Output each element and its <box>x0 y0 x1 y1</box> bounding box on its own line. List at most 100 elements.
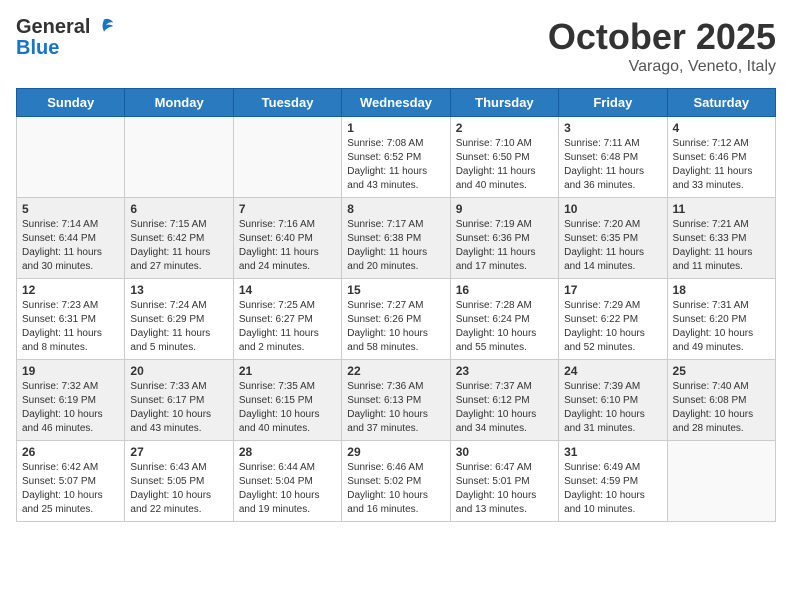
calendar-cell: 28 Sunrise: 6:44 AMSunset: 5:04 PMDayligh… <box>233 441 341 522</box>
day-number: 27 <box>130 445 227 459</box>
day-number: 5 <box>22 202 119 216</box>
calendar-cell: 14Sunrise: 7:25 AMSunset: 6:27 PMDayligh… <box>233 279 341 360</box>
day-info: Sunrise: 7:21 AMSunset: 6:33 PMDaylight:… <box>673 218 770 274</box>
day-info: Sunrise: 7:11 AMSunset: 6:48 PMDaylight:… <box>564 137 661 193</box>
day-number: 3 <box>564 121 661 135</box>
day-number: 24 <box>564 364 661 378</box>
calendar-cell: 11 Sunrise: 7:21 AMSunset: 6:33 PMDayligh… <box>667 198 775 279</box>
day-info: Sunrise: 7:37 AMSunset: 6:12 PMDaylight:… <box>456 380 553 436</box>
day-info: Sunrise: 7:20 AMSunset: 6:35 PMDaylight:… <box>564 218 661 274</box>
day-info: Sunrise: 7:24 AMSunset: 6:29 PMDaylight:… <box>130 299 227 355</box>
day-info: Sunrise: 7:14 AMSunset: 6:44 PMDaylight:… <box>22 218 119 274</box>
day-info: Sunrise: 7:33 AMSunset: 6:17 PMDaylight:… <box>130 380 227 436</box>
day-number: 1 <box>347 121 444 135</box>
day-number: 22 <box>347 364 444 378</box>
calendar-cell <box>667 441 775 522</box>
day-info: Sunrise: 7:27 AMSunset: 6:26 PMDaylight:… <box>347 299 444 355</box>
day-number: 28 <box>239 445 336 459</box>
day-number: 26 <box>22 445 119 459</box>
day-number: 31 <box>564 445 661 459</box>
calendar-cell: 26 Sunrise: 6:42 AMSunset: 5:07 PMDayligh… <box>17 441 125 522</box>
day-info: Sunrise: 7:19 AMSunset: 6:36 PMDaylight:… <box>456 218 553 274</box>
day-number: 4 <box>673 121 770 135</box>
day-info: Sunrise: 7:31 AMSunset: 6:20 PMDaylight:… <box>673 299 770 355</box>
calendar-cell: 31 Sunrise: 6:49 AMSunset: 4:59 PMDayligh… <box>559 441 667 522</box>
day-number: 7 <box>239 202 336 216</box>
calendar-cell: 4 Sunrise: 7:12 AMSunset: 6:46 PMDaylight… <box>667 117 775 198</box>
location-subtitle: Varago, Veneto, Italy <box>548 58 776 76</box>
day-info: Sunrise: 7:08 AMSunset: 6:52 PMDaylight:… <box>347 137 444 193</box>
day-info: Sunrise: 6:46 AMSunset: 5:02 PMDaylight:… <box>347 461 444 517</box>
day-number: 13 <box>130 283 227 297</box>
calendar-cell: 30 Sunrise: 6:47 AMSunset: 5:01 PMDayligh… <box>450 441 558 522</box>
day-header-wednesday: Wednesday <box>342 89 450 117</box>
calendar-cell: 27 Sunrise: 6:43 AMSunset: 5:05 PMDayligh… <box>125 441 233 522</box>
day-number: 11 <box>673 202 770 216</box>
calendar-cell: 6 Sunrise: 7:15 AMSunset: 6:42 PMDaylight… <box>125 198 233 279</box>
calendar-cell: 9 Sunrise: 7:19 AMSunset: 6:36 PMDaylight… <box>450 198 558 279</box>
calendar-cell: 10 Sunrise: 7:20 AMSunset: 6:35 PMDayligh… <box>559 198 667 279</box>
day-info: Sunrise: 7:23 AMSunset: 6:31 PMDaylight:… <box>22 299 119 355</box>
day-number: 10 <box>564 202 661 216</box>
day-number: 18 <box>673 283 770 297</box>
day-header-tuesday: Tuesday <box>233 89 341 117</box>
logo: General Blue <box>16 16 115 60</box>
calendar-cell: 22 Sunrise: 7:36 AMSunset: 6:13 PMDayligh… <box>342 360 450 441</box>
calendar-table: SundayMondayTuesdayWednesdayThursdayFrid… <box>16 88 776 522</box>
day-header-saturday: Saturday <box>667 89 775 117</box>
day-number: 6 <box>130 202 227 216</box>
day-number: 19 <box>22 364 119 378</box>
calendar-cell: 8Sunrise: 7:17 AMSunset: 6:38 PMDaylight… <box>342 198 450 279</box>
day-header-friday: Friday <box>559 89 667 117</box>
logo-general-text: General <box>16 16 90 39</box>
logo-bird-icon <box>93 17 115 39</box>
day-info: Sunrise: 7:36 AMSunset: 6:13 PMDaylight:… <box>347 380 444 436</box>
title-block: October 2025 Varago, Veneto, Italy <box>548 16 776 76</box>
calendar-cell <box>233 117 341 198</box>
calendar-cell: 24Sunrise: 7:39 AMSunset: 6:10 PMDayligh… <box>559 360 667 441</box>
calendar-cell: 17 Sunrise: 7:29 AMSunset: 6:22 PMDayligh… <box>559 279 667 360</box>
calendar-cell: 16 Sunrise: 7:28 AMSunset: 6:24 PMDayligh… <box>450 279 558 360</box>
calendar-cell: 12 Sunrise: 7:23 AMSunset: 6:31 PMDayligh… <box>17 279 125 360</box>
day-info: Sunrise: 7:12 AMSunset: 6:46 PMDaylight:… <box>673 137 770 193</box>
day-info: Sunrise: 6:43 AMSunset: 5:05 PMDaylight:… <box>130 461 227 517</box>
calendar-cell: 29 Sunrise: 6:46 AMSunset: 5:02 PMDayligh… <box>342 441 450 522</box>
month-title: October 2025 <box>548 16 776 58</box>
day-info: Sunrise: 6:44 AMSunset: 5:04 PMDaylight:… <box>239 461 336 517</box>
calendar-cell: 23 Sunrise: 7:37 AMSunset: 6:12 PMDayligh… <box>450 360 558 441</box>
day-info: Sunrise: 7:10 AMSunset: 6:50 PMDaylight:… <box>456 137 553 193</box>
calendar-cell: 25Sunrise: 7:40 AMSunset: 6:08 PMDayligh… <box>667 360 775 441</box>
day-number: 15 <box>347 283 444 297</box>
day-header-sunday: Sunday <box>17 89 125 117</box>
day-number: 21 <box>239 364 336 378</box>
calendar-cell: 5 Sunrise: 7:14 AMSunset: 6:44 PMDaylight… <box>17 198 125 279</box>
calendar-cell: 3 Sunrise: 7:11 AMSunset: 6:48 PMDaylight… <box>559 117 667 198</box>
day-number: 17 <box>564 283 661 297</box>
logo-blue-text: Blue <box>16 37 59 60</box>
day-info: Sunrise: 6:42 AMSunset: 5:07 PMDaylight:… <box>22 461 119 517</box>
day-info: Sunrise: 7:40 AMSunset: 6:08 PMDaylight:… <box>673 380 770 436</box>
calendar-cell <box>125 117 233 198</box>
day-info: Sunrise: 6:47 AMSunset: 5:01 PMDaylight:… <box>456 461 553 517</box>
calendar-cell: 18 Sunrise: 7:31 AMSunset: 6:20 PMDayligh… <box>667 279 775 360</box>
day-info: Sunrise: 7:29 AMSunset: 6:22 PMDaylight:… <box>564 299 661 355</box>
calendar-cell: 21Sunrise: 7:35 AMSunset: 6:15 PMDayligh… <box>233 360 341 441</box>
day-number: 29 <box>347 445 444 459</box>
day-number: 23 <box>456 364 553 378</box>
calendar-cell: 19 Sunrise: 7:32 AMSunset: 6:19 PMDayligh… <box>17 360 125 441</box>
calendar-cell: 13 Sunrise: 7:24 AMSunset: 6:29 PMDayligh… <box>125 279 233 360</box>
day-number: 9 <box>456 202 553 216</box>
day-number: 30 <box>456 445 553 459</box>
day-info: Sunrise: 7:17 AMSunset: 6:38 PMDaylight:… <box>347 218 444 274</box>
day-info: Sunrise: 7:32 AMSunset: 6:19 PMDaylight:… <box>22 380 119 436</box>
calendar-cell: 20Sunrise: 7:33 AMSunset: 6:17 PMDayligh… <box>125 360 233 441</box>
day-info: Sunrise: 7:28 AMSunset: 6:24 PMDaylight:… <box>456 299 553 355</box>
day-info: Sunrise: 7:15 AMSunset: 6:42 PMDaylight:… <box>130 218 227 274</box>
day-number: 16 <box>456 283 553 297</box>
calendar-cell <box>17 117 125 198</box>
calendar-cell: 7Sunrise: 7:16 AMSunset: 6:40 PMDaylight… <box>233 198 341 279</box>
day-header-thursday: Thursday <box>450 89 558 117</box>
day-info: Sunrise: 6:49 AMSunset: 4:59 PMDaylight:… <box>564 461 661 517</box>
day-number: 12 <box>22 283 119 297</box>
day-number: 14 <box>239 283 336 297</box>
